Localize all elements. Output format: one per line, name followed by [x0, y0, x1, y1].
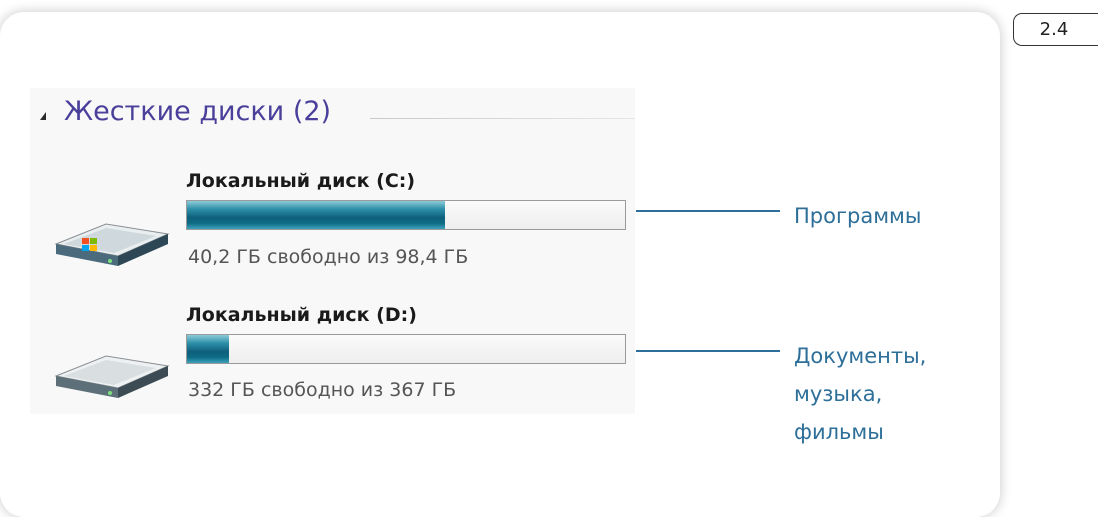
- section-divider: [370, 118, 635, 119]
- usage-bar: [186, 200, 626, 230]
- usage-bar: [186, 334, 626, 364]
- callout-line-d: [636, 350, 780, 352]
- callout-text: фильмы: [794, 420, 884, 444]
- free-space-text: 40,2 ГБ свободно из 98,4 ГБ: [188, 246, 469, 268]
- callout-label-documents: Документы, музыка, фильмы: [794, 337, 926, 451]
- usage-bar-fill: [187, 201, 446, 229]
- drives-screenshot: Жесткие диски (2) Локальный диск (C:) 40…: [30, 88, 635, 414]
- figure-number: 2.4: [1013, 13, 1098, 46]
- disk-name: Локальный диск (D:): [186, 304, 417, 326]
- section-title: Жесткие диски (2): [64, 96, 332, 127]
- free-space-text: 332 ГБ свободно из 367 ГБ: [188, 379, 457, 401]
- callout-line-c: [636, 210, 780, 212]
- hard-drive-windows-icon: [54, 223, 170, 266]
- disk-name: Локальный диск (C:): [186, 170, 416, 192]
- callout-text: Программы: [794, 204, 922, 228]
- disk-item-d[interactable]: Локальный диск (D:) 332 ГБ свободно из 3…: [30, 284, 635, 404]
- disk-item-c[interactable]: Локальный диск (C:) 40,2 ГБ свободно из …: [30, 150, 635, 270]
- callout-text: Документы,: [794, 344, 927, 368]
- callout-label-programs: Программы: [794, 197, 921, 235]
- collapse-triangle-icon[interactable]: [40, 112, 46, 120]
- usage-bar-fill: [187, 335, 229, 363]
- callout-text: музыка,: [794, 382, 883, 406]
- section-header-hard-drives[interactable]: Жесткие диски (2): [30, 88, 635, 148]
- hard-drive-icon: [54, 355, 170, 398]
